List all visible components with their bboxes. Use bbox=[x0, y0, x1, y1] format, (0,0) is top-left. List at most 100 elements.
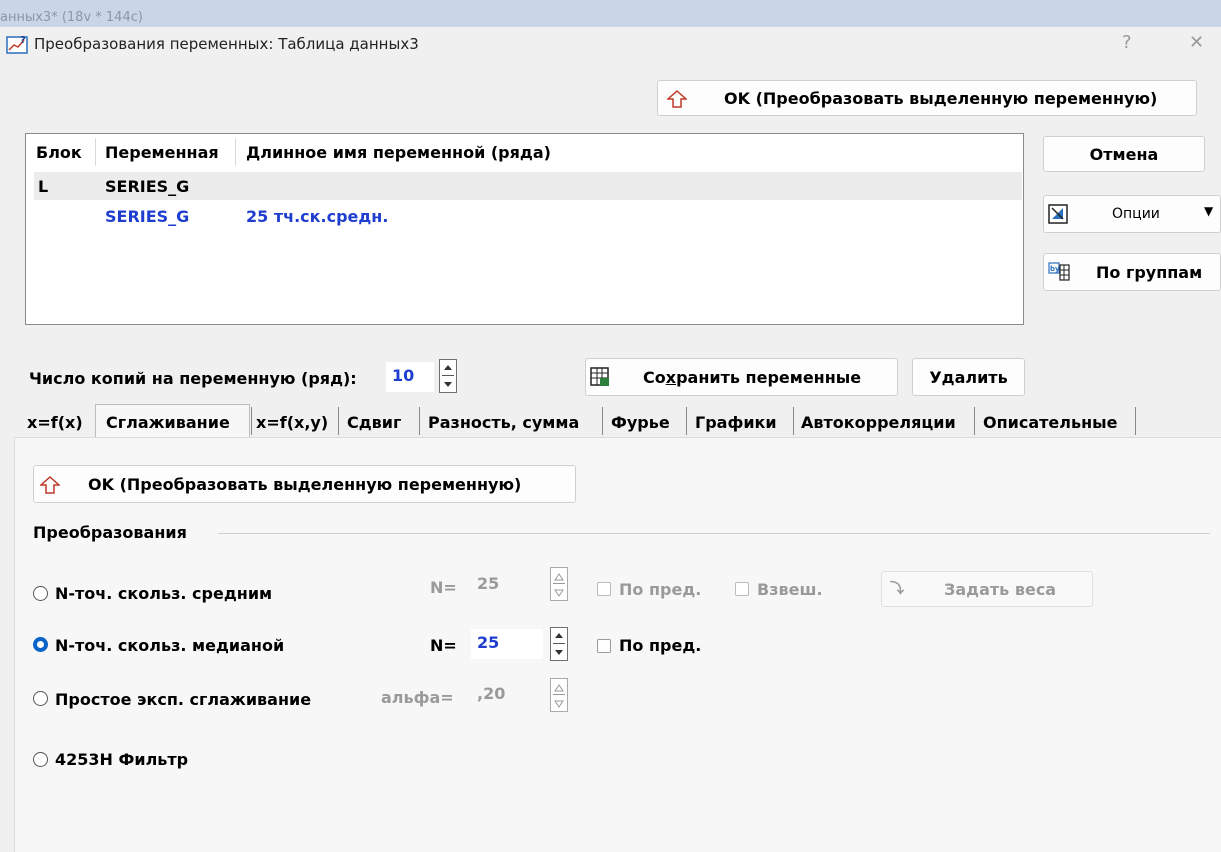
tab-x-f-xy[interactable]: x=f(x,y) bbox=[256, 413, 328, 432]
tab-separator bbox=[686, 407, 687, 435]
moving-median-by-previous-checkbox[interactable] bbox=[597, 639, 611, 653]
up-arrow-outline-icon bbox=[40, 476, 60, 494]
row-long-name-cell: 25 тч.ск.средн. bbox=[246, 207, 389, 226]
tab-separator bbox=[338, 407, 339, 435]
ok-transform-button-panel-label: OK (Преобразовать выделенную переменную) bbox=[88, 475, 522, 494]
svg-text:by: by bbox=[1050, 265, 1060, 273]
group-divider bbox=[218, 533, 1210, 534]
spin-down-icon bbox=[444, 382, 452, 387]
spin-down-icon bbox=[555, 650, 563, 655]
moving-median-n-field[interactable]: 25 bbox=[471, 629, 543, 659]
copies-label: Число копий на переменную (ряд): bbox=[29, 369, 357, 388]
app-chart-icon: ? bbox=[6, 35, 28, 54]
svg-text:?: ? bbox=[20, 35, 26, 46]
tab-descriptive[interactable]: Описательные bbox=[983, 413, 1117, 432]
delete-button-label: Удалить bbox=[929, 367, 1008, 387]
table-row[interactable]: SERIES_G 25 тч.ск.средн. bbox=[34, 202, 1022, 230]
copies-field[interactable]: 10 bbox=[386, 362, 434, 392]
tab-shift[interactable]: Сдвиг bbox=[347, 413, 401, 432]
moving-median-n-value: 25 bbox=[477, 633, 500, 652]
ok-transform-button-top[interactable]: OK (Преобразовать выделенную переменную) bbox=[657, 80, 1197, 116]
exponential-smoothing-label[interactable]: Простое эксп. сглаживание bbox=[55, 690, 311, 709]
by-groups-button-label: По группам bbox=[1096, 263, 1203, 282]
tab-autocorrelation[interactable]: Автокорреляции bbox=[801, 413, 956, 432]
column-separator bbox=[235, 138, 236, 166]
row-variable-cell: SERIES_G bbox=[105, 207, 190, 226]
save-table-icon bbox=[590, 367, 609, 386]
moving-average-by-previous-checkbox[interactable] bbox=[597, 582, 611, 596]
moving-median-by-previous-label: По пред. bbox=[619, 636, 702, 655]
alpha-value: ,20 bbox=[477, 684, 506, 703]
copies-spinner[interactable] bbox=[439, 359, 457, 393]
radio-moving-average[interactable] bbox=[33, 586, 48, 601]
ok-transform-button-panel[interactable]: OK (Преобразовать выделенную переменную) bbox=[33, 465, 576, 503]
copies-value: 10 bbox=[392, 366, 415, 385]
moving-average-n-label: N= bbox=[430, 578, 457, 597]
alpha-field[interactable]: ,20 bbox=[471, 680, 543, 710]
cancel-button-label: Отмена bbox=[1089, 144, 1159, 164]
column-separator bbox=[95, 138, 96, 166]
moving-average-n-field[interactable]: 25 bbox=[471, 570, 543, 600]
background-window-strip: анных3* (18v * 144c) bbox=[0, 0, 1221, 27]
variable-list[interactable]: Блок Переменная Длинное имя переменной (… bbox=[25, 133, 1024, 325]
moving-average-weighted-checkbox[interactable] bbox=[735, 582, 749, 596]
weights-arrow-icon: ⤵ bbox=[890, 581, 904, 597]
help-button[interactable]: ? bbox=[1122, 32, 1132, 53]
tab-smoothing-label: Сглаживание bbox=[106, 413, 230, 432]
spinner-arrows-icon bbox=[554, 684, 564, 708]
column-header-long-name[interactable]: Длинное имя переменной (ряда) bbox=[246, 143, 551, 162]
background-window-title: анных3* (18v * 144c) bbox=[0, 10, 143, 25]
table-row[interactable]: L SERIES_G bbox=[34, 172, 1022, 200]
dialog-title: Преобразования переменных: Таблица данны… bbox=[34, 35, 419, 53]
set-weights-button[interactable]: ⤵ Задать веса bbox=[881, 571, 1093, 607]
save-variables-button[interactable]: Сохранить переменные bbox=[585, 358, 898, 396]
moving-average-weighted-label: Взвеш. bbox=[757, 580, 823, 599]
dialog-titlebar: ? Преобразования переменных: Таблица дан… bbox=[0, 27, 1221, 64]
moving-average-n-value: 25 bbox=[477, 574, 500, 593]
moving-median-n-label: N= bbox=[430, 636, 457, 655]
tab-separator bbox=[974, 407, 975, 435]
spinner-arrows-icon bbox=[554, 573, 564, 597]
up-arrow-outline-icon bbox=[667, 90, 687, 108]
options-icon bbox=[1048, 204, 1068, 224]
row-block-cell: L bbox=[38, 177, 49, 196]
tab-fourier[interactable]: Фурье bbox=[611, 413, 670, 432]
radio-exponential-smoothing[interactable] bbox=[33, 691, 48, 706]
moving-average-by-previous-label: По пред. bbox=[619, 580, 702, 599]
set-weights-label: Задать веса bbox=[944, 580, 1057, 599]
cancel-button[interactable]: Отмена bbox=[1043, 136, 1205, 172]
options-dropdown-button[interactable]: Опции ▼ bbox=[1043, 195, 1221, 233]
ok-transform-button-top-label: OK (Преобразовать выделенную переменную) bbox=[724, 89, 1158, 108]
4253h-filter-label[interactable]: 4253H Фильтр bbox=[55, 750, 188, 769]
close-button[interactable]: ✕ bbox=[1189, 32, 1204, 53]
transformations-group-label: Преобразования bbox=[33, 523, 187, 542]
moving-median-spinner[interactable] bbox=[550, 627, 568, 661]
tab-separator bbox=[793, 407, 794, 435]
tab-graphs[interactable]: Графики bbox=[695, 413, 777, 432]
row-variable-cell: SERIES_G bbox=[105, 177, 190, 196]
column-header-variable[interactable]: Переменная bbox=[105, 143, 219, 162]
groups-table-icon: by bbox=[1048, 262, 1070, 281]
alpha-label: альфа= bbox=[381, 688, 454, 707]
save-variables-label: Сохранить переменные bbox=[643, 368, 862, 387]
spin-up-icon bbox=[444, 365, 452, 370]
moving-average-label[interactable]: N-точ. скольз. средним bbox=[55, 584, 272, 603]
tab-separator bbox=[1135, 407, 1136, 435]
moving-median-label[interactable]: N-точ. скольз. медианой bbox=[55, 636, 284, 655]
radio-moving-median[interactable] bbox=[33, 637, 48, 652]
column-header-block[interactable]: Блок bbox=[36, 143, 82, 162]
tab-smoothing-active[interactable]: Сглаживание bbox=[95, 404, 250, 438]
tab-separator bbox=[251, 407, 252, 435]
moving-average-spinner[interactable] bbox=[550, 567, 568, 601]
radio-4253h-filter[interactable] bbox=[33, 752, 48, 767]
tab-difference-sum[interactable]: Разность, сумма bbox=[428, 413, 579, 432]
chevron-down-icon: ▼ bbox=[1204, 204, 1214, 218]
spin-up-icon bbox=[555, 633, 563, 638]
tab-separator bbox=[602, 407, 603, 435]
options-button-label: Опции bbox=[1112, 206, 1160, 222]
delete-button[interactable]: Удалить bbox=[912, 358, 1025, 396]
tab-x-f-x[interactable]: x=f(x) bbox=[27, 413, 83, 432]
alpha-spinner[interactable] bbox=[550, 678, 568, 712]
by-groups-button[interactable]: by По группам bbox=[1043, 253, 1221, 291]
tab-separator bbox=[419, 407, 420, 435]
